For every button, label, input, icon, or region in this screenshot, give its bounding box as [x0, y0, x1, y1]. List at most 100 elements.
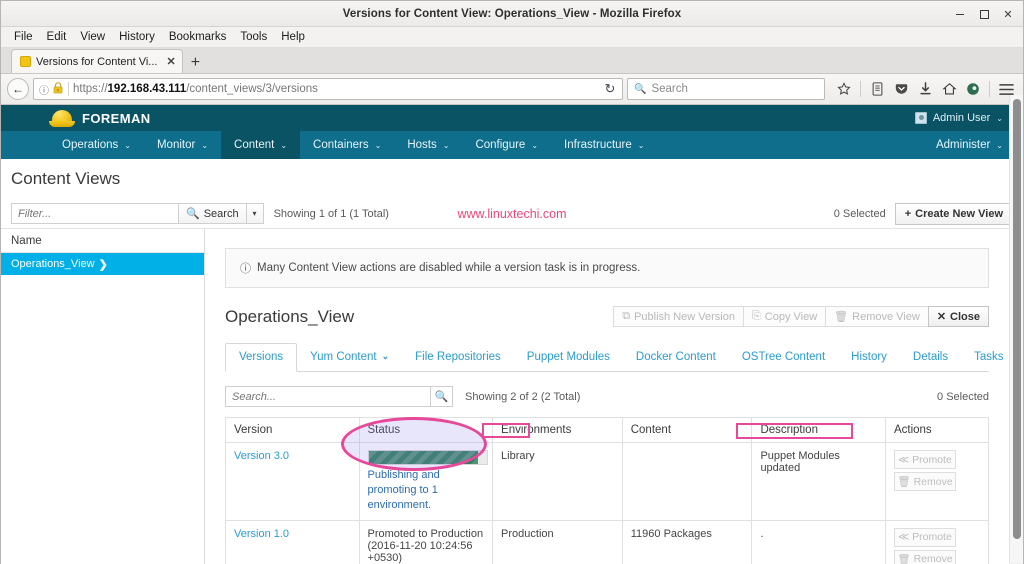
remove-button-1-0[interactable]: 🗑 Remove — [893, 549, 956, 564]
page-scrollbar-thumb[interactable] — [1013, 99, 1021, 539]
menu-help[interactable]: Help — [274, 30, 312, 44]
browser-tab-active[interactable]: Versions for Content Vi... ✕ — [11, 49, 183, 73]
foreman-navbar: Operations ⌄ Monitor ⌄ Content ⌄ Contain… — [1, 131, 1023, 159]
menu-view[interactable]: View — [73, 30, 112, 44]
tab-docker-content[interactable]: Docker Content — [623, 343, 729, 371]
menu-bookmarks[interactable]: Bookmarks — [162, 30, 234, 44]
remove-button-3-0[interactable]: 🗑 Remove — [893, 472, 956, 491]
page-vertical-scrollbar[interactable] — [1009, 95, 1023, 563]
nav-item-monitor[interactable]: Monitor ⌄ — [144, 131, 221, 159]
nav-item-hosts[interactable]: Hosts ⌄ — [394, 131, 462, 159]
chevron-right-icon: ❯ — [98, 258, 108, 271]
nav-item-operations[interactable]: Operations ⌄ — [49, 131, 144, 159]
versions-search-input[interactable] — [225, 386, 430, 407]
tab-ostree-content[interactable]: OSTree Content — [729, 343, 838, 371]
filter-group: 🔍 Search ▾ — [11, 203, 264, 224]
version-link-3-0[interactable]: Version 3.0 — [234, 450, 289, 462]
account-icon[interactable] — [962, 78, 984, 100]
version-link-1-0[interactable]: Version 1.0 — [234, 528, 289, 540]
close-window-button[interactable]: ✕ — [997, 4, 1019, 24]
col-environments[interactable]: Environments — [492, 417, 623, 443]
window-titlebar: Versions for Content View: Operations_Vi… — [1, 1, 1023, 27]
foreman-logo[interactable]: FOREMAN — [49, 109, 151, 127]
promote-button-3-0[interactable]: ≪ Promote — [893, 450, 956, 469]
tab-puppet-modules[interactable]: Puppet Modules — [514, 343, 623, 371]
firefox-window: Versions for Content View: Operations_Vi… — [0, 0, 1024, 564]
nav-label-operations: Operations — [62, 139, 119, 151]
home-icon[interactable] — [938, 78, 960, 100]
library-icon[interactable] — [866, 78, 888, 100]
menu-edit[interactable]: Edit — [40, 30, 74, 44]
lock-warning-svg — [53, 81, 63, 93]
tab-details[interactable]: Details — [900, 343, 961, 371]
tab-close-icon[interactable]: ✕ — [166, 55, 175, 68]
nav-item-infrastructure[interactable]: Infrastructure ⌄ — [551, 131, 657, 159]
content-view-title: Operations_View — [225, 306, 355, 326]
reload-icon[interactable]: ↻ — [600, 81, 620, 97]
remove-label: Remove — [913, 475, 953, 488]
insecure-lock-icon[interactable] — [53, 81, 64, 97]
navbar-icon-group — [829, 78, 1017, 100]
create-new-view-button[interactable]: + Create New View — [894, 202, 1013, 225]
address-bar[interactable]: ⓘ https://192.168.43.111/content_views/3… — [33, 78, 623, 100]
nav-item-containers[interactable]: Containers ⌄ — [300, 131, 394, 159]
tab-tasks-label: Tasks — [974, 350, 1004, 363]
new-tab-button[interactable]: + — [183, 55, 208, 73]
selected-count: 0 Selected — [833, 207, 886, 220]
back-button-icon[interactable]: ← — [7, 78, 29, 100]
promote-button-1-0[interactable]: ≪ Promote — [893, 527, 956, 547]
tab-history[interactable]: History — [838, 343, 900, 371]
copy-view-button[interactable]: ⎘ Copy View — [742, 306, 827, 327]
chevron-down-icon: ⌄ — [280, 140, 288, 150]
page-info-icon[interactable]: ⓘ — [39, 82, 49, 97]
nav-label-administer: Administer — [935, 139, 991, 151]
browser-search-input[interactable]: 🔍 Search — [627, 78, 825, 100]
remove-view-button[interactable]: 🗑 Remove View — [825, 306, 929, 327]
col-status[interactable]: Status — [358, 417, 494, 443]
share-icon: ≪ — [898, 453, 910, 466]
versions-search-icon[interactable]: 🔍 — [430, 386, 453, 407]
nav-item-content[interactable]: Content ⌄ — [221, 131, 301, 159]
menu-file[interactable]: File — [7, 30, 40, 44]
nav-item-configure[interactable]: Configure ⌄ — [462, 131, 551, 159]
tab-file-repositories[interactable]: File Repositories — [402, 343, 514, 371]
star-icon[interactable] — [833, 78, 855, 100]
table-row: Version 3.0 Publishing and promoting to … — [225, 442, 990, 521]
pocket-icon[interactable] — [890, 78, 912, 100]
user-menu[interactable]: Admin User ⌄ — [914, 112, 1003, 124]
trash-icon: 🗑 — [897, 476, 911, 488]
menu-tools[interactable]: Tools — [233, 30, 274, 44]
col-version[interactable]: Version — [225, 417, 360, 443]
col-description[interactable]: Description — [751, 417, 886, 443]
menu-history[interactable]: History — [112, 30, 162, 44]
publish-new-version-button[interactable]: ⧉ Publish New Version — [613, 306, 744, 327]
downloads-icon[interactable] — [914, 78, 936, 100]
maximize-button[interactable] — [973, 4, 995, 24]
col-content[interactable]: Content — [621, 417, 753, 443]
tab-yum-content-label: Yum Content — [310, 350, 377, 363]
search-dropdown-button[interactable]: ▾ — [246, 203, 264, 224]
nav-label-containers: Containers — [313, 139, 369, 151]
chevron-down-icon: ⌄ — [381, 351, 390, 361]
alert-message: Many Content View actions are disabled w… — [257, 262, 641, 274]
close-icon: ✕ — [936, 311, 947, 323]
search-button[interactable]: 🔍 Search — [178, 203, 247, 224]
tab-yum-content[interactable]: Yum Content ⌄ — [297, 343, 402, 371]
menu-bar: File Edit View History Bookmarks Tools H… — [1, 27, 1023, 48]
search-placeholder: Search — [651, 83, 688, 95]
minimize-button[interactable] — [949, 4, 971, 24]
tab-details-label: Details — [912, 350, 949, 363]
nav-label-monitor: Monitor — [156, 139, 196, 151]
versions-showing-count: Showing 2 of 2 (2 Total) — [465, 390, 581, 403]
filter-input[interactable] — [11, 203, 178, 224]
close-view-button[interactable]: ✕ Close — [927, 306, 989, 327]
nav-item-administer[interactable]: Administer ⌄ — [923, 139, 1003, 151]
tab-versions-label: Versions — [239, 351, 284, 363]
sidebar-item-operations-view[interactable]: Operations_View ❯ — [1, 253, 204, 275]
trash-icon: 🗑 — [897, 553, 911, 564]
tab-favicon-icon — [20, 56, 31, 67]
nav-label-hosts: Hosts — [407, 139, 437, 151]
addressbar-divider — [68, 82, 69, 96]
tab-versions[interactable]: Versions — [225, 343, 298, 372]
publish-status-text: Publishing and promoting to 1 environmen… — [367, 469, 440, 511]
